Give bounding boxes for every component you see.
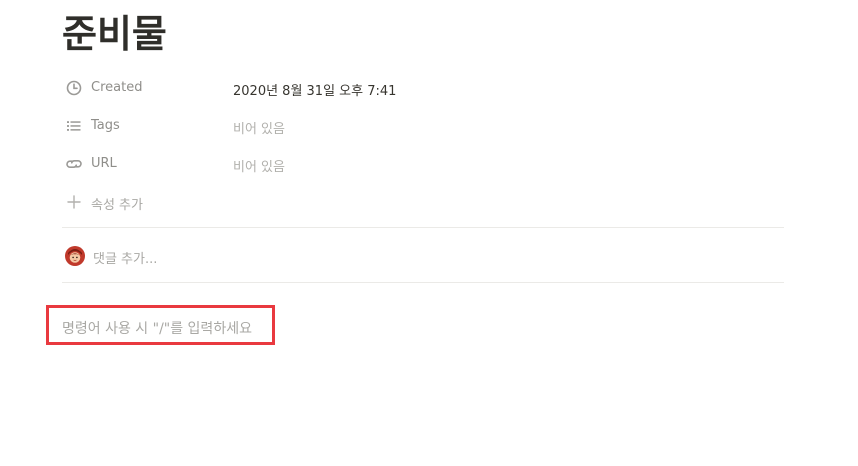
property-value: 2020년 8월 31일 오후 7:41 (233, 84, 397, 99)
link-icon (65, 155, 83, 173)
list-icon (65, 117, 83, 135)
editor-placeholder[interactable]: 명령어 사용 시 "/"를 입력하세요 (62, 318, 252, 338)
add-property-button[interactable]: 속성 추가 (62, 185, 784, 219)
divider (62, 282, 784, 283)
property-name[interactable]: Tags (91, 118, 120, 133)
divider (62, 227, 784, 228)
clock-icon (65, 79, 83, 97)
add-property-label: 속성 추가 (91, 198, 143, 213)
comment-placeholder: 댓글 추가... (93, 252, 158, 267)
comment-input[interactable]: 댓글 추가... (62, 240, 784, 272)
avatar (65, 246, 85, 266)
page-title[interactable]: 준비물 (62, 6, 167, 62)
property-name[interactable]: Created (91, 80, 142, 95)
property-value[interactable]: 비어 있음 (233, 118, 285, 137)
property-row-url[interactable]: URL 비어 있음 (62, 147, 784, 181)
property-row-created[interactable]: Created 2020년 8월 31일 오후 7:41 (62, 71, 784, 105)
plus-icon (65, 193, 83, 211)
property-value[interactable]: 비어 있음 (233, 156, 285, 175)
property-row-tags[interactable]: Tags 비어 있음 (62, 109, 784, 143)
property-name[interactable]: URL (91, 156, 117, 171)
